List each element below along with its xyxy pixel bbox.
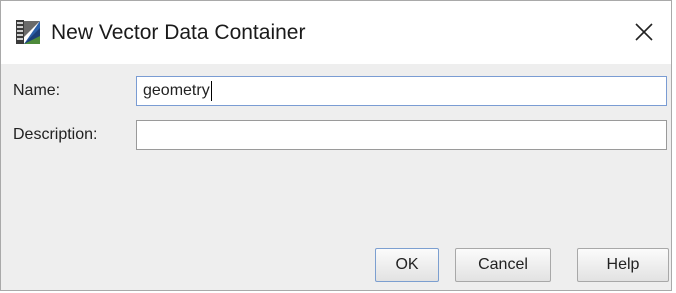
- ok-button[interactable]: OK: [375, 248, 439, 282]
- name-field-value: geometry: [143, 82, 210, 99]
- dialog-content: Name: geometry Description: OK Cancel He…: [1, 64, 671, 290]
- description-label: Description:: [13, 126, 98, 143]
- name-label: Name:: [13, 82, 61, 99]
- text-caret: [210, 81, 212, 101]
- title-bar[interactable]: New Vector Data Container: [1, 1, 671, 64]
- dialog-title: New Vector Data Container: [51, 21, 306, 44]
- new-vector-data-container-dialog: New Vector Data Container Name: geometry…: [0, 0, 672, 291]
- vector-layer-icon: [15, 19, 41, 45]
- description-field[interactable]: [136, 120, 667, 150]
- close-button[interactable]: [629, 17, 659, 47]
- name-field[interactable]: geometry: [136, 76, 667, 106]
- close-icon: [635, 23, 653, 41]
- help-button[interactable]: Help: [577, 248, 669, 282]
- cancel-button[interactable]: Cancel: [455, 248, 551, 282]
